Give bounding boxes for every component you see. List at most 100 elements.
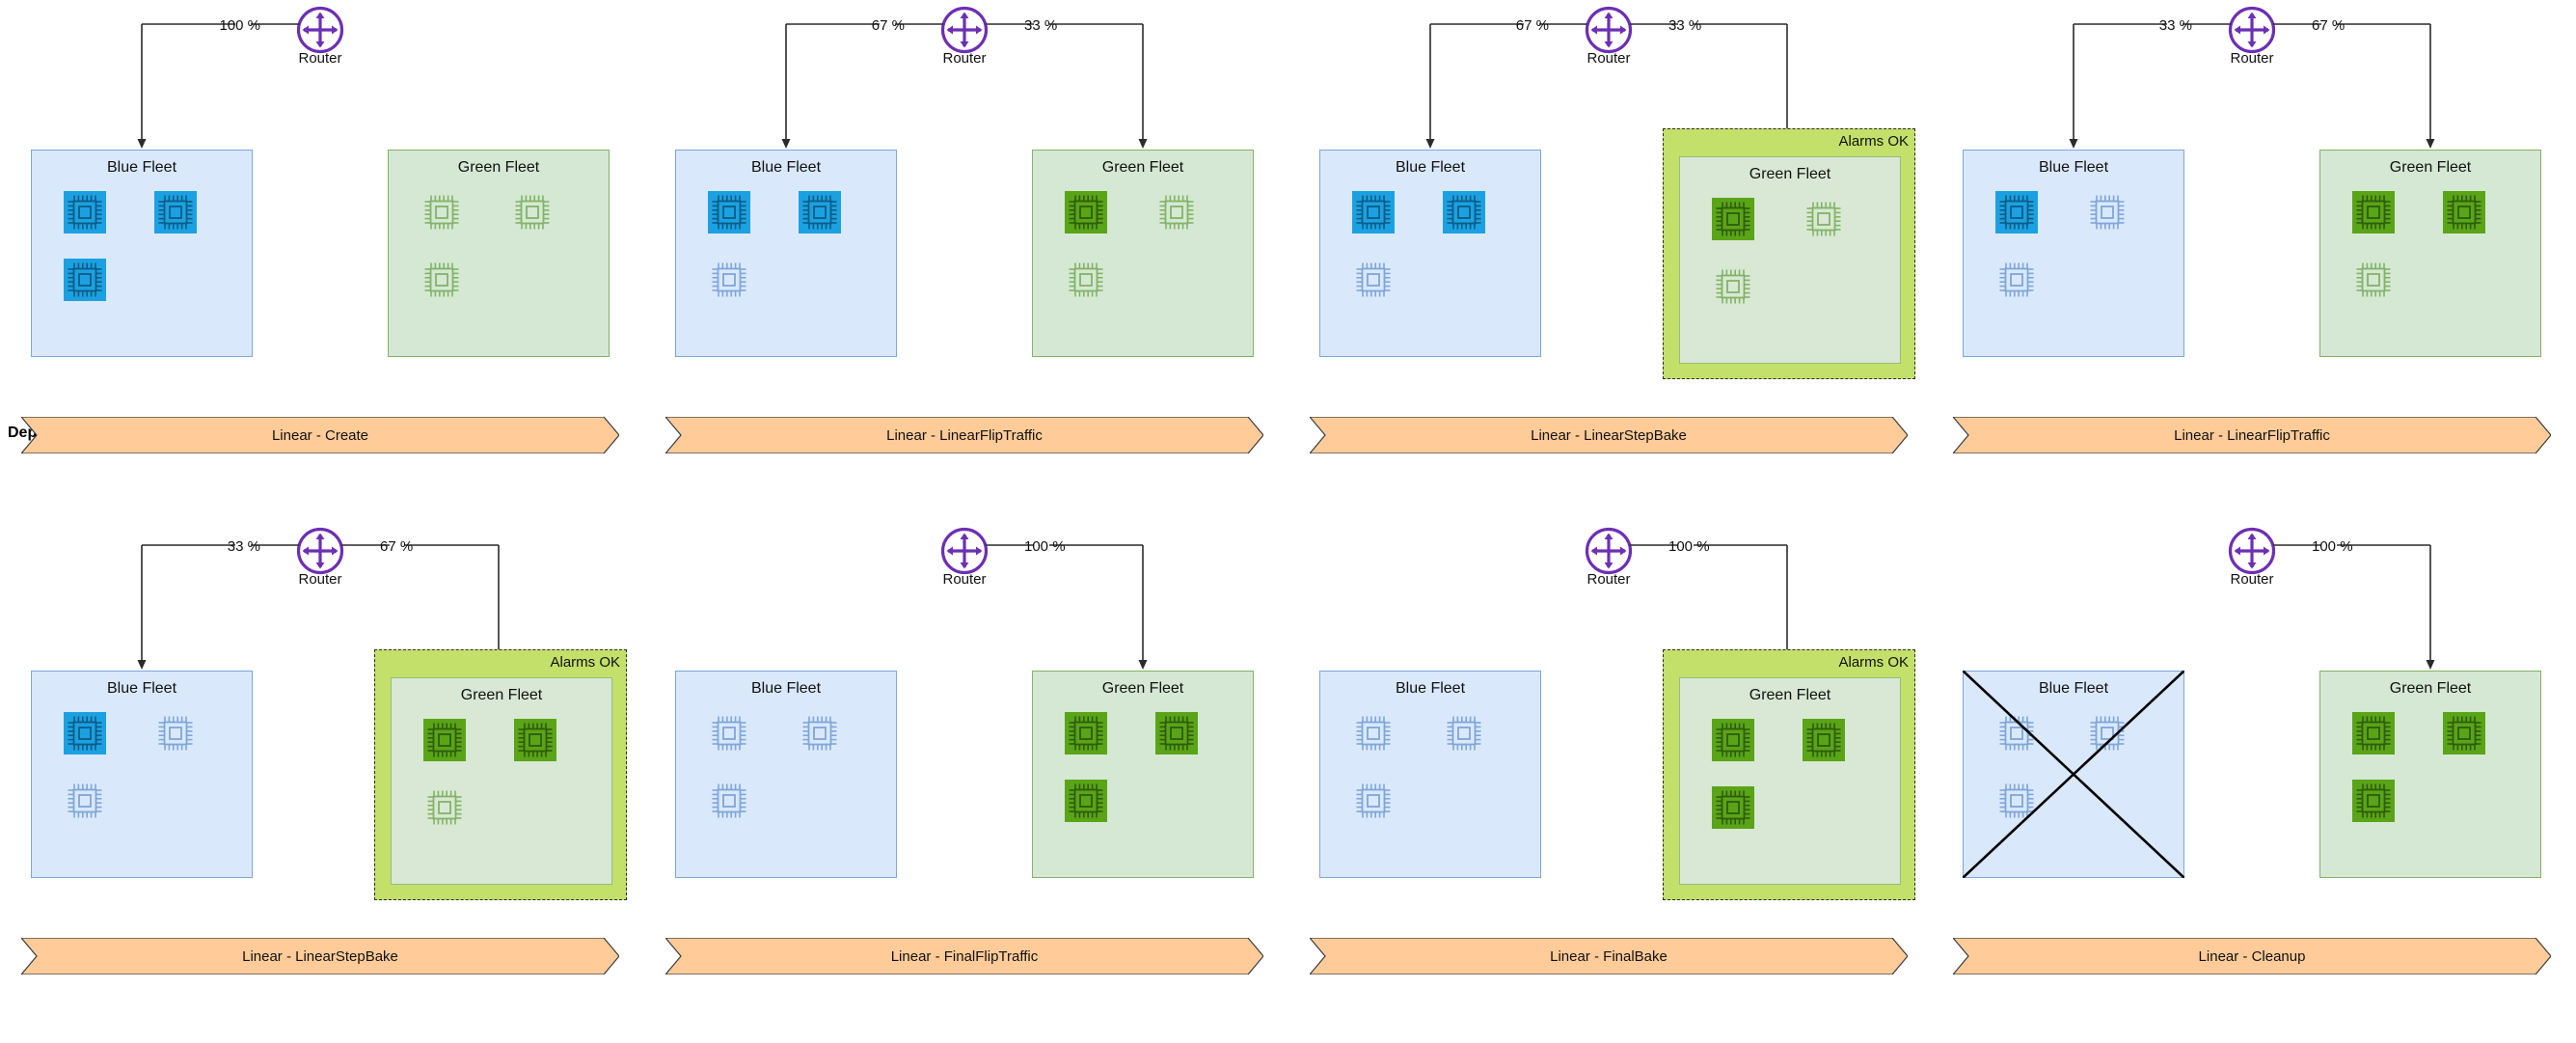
cpu-chip-icon (799, 190, 841, 233)
green-fleet-box[interactable]: Green Fleet (391, 677, 612, 885)
router-label: Router (2230, 571, 2274, 588)
fleet-node-inactive (706, 710, 752, 756)
fleet-node-inactive (1441, 710, 1487, 756)
cpu-chip-icon (1356, 262, 1391, 297)
router-node[interactable] (296, 527, 344, 575)
stage-banner[interactable]: Linear - FinalFlipTraffic (665, 938, 1263, 974)
cpu-chip-icon (708, 190, 750, 233)
fleet-node-active (1710, 784, 1756, 831)
stage-banner[interactable]: Linear - FinalBake (1310, 938, 1908, 974)
fleet-node-inactive (706, 778, 752, 824)
cpu-chip-icon (1352, 190, 1395, 233)
router-node[interactable] (940, 527, 989, 575)
cpu-chip-icon (2443, 190, 2485, 233)
fleet-node-active (152, 189, 199, 235)
router-icon (1585, 527, 1633, 575)
blue-traffic-percent: 100 % (219, 17, 260, 34)
green-fleet-box[interactable]: Green Fleet (1032, 671, 1254, 878)
fleet-node-inactive (797, 710, 843, 756)
green-traffic-percent: 67 % (380, 538, 414, 555)
cpu-chip-icon (2090, 195, 2125, 230)
fleet-node-active (1063, 189, 1109, 235)
cpu-chip-icon (802, 716, 837, 751)
fleet-node-inactive (1993, 710, 2040, 756)
blue-fleet-box[interactable]: Blue Fleet (1319, 150, 1541, 357)
router-node[interactable] (2228, 527, 2276, 575)
green-fleet-box[interactable]: Green Fleet (1679, 677, 1901, 885)
fleet-node-inactive (1350, 778, 1396, 824)
fleet-node-active (2441, 710, 2487, 756)
cpu-chip-icon (2352, 711, 2395, 755)
stage-banner-label: Linear - FinalFlipTraffic (890, 947, 1039, 965)
router-icon (2228, 527, 2276, 575)
cpu-chip-icon (1995, 190, 2038, 233)
cpu-chip-icon (1999, 262, 2034, 297)
stage-banner-label: Linear - LinearFlipTraffic (886, 426, 1043, 444)
blue-fleet-box[interactable]: Blue Fleet (1319, 671, 1541, 878)
router-icon (1585, 6, 1633, 54)
fleet-node-inactive (1993, 778, 2040, 824)
green-fleet-box[interactable]: Green Fleet (1032, 150, 1254, 357)
fleet-node-active (1993, 189, 2040, 235)
cpu-chip-icon (424, 195, 459, 230)
alarms-ok-container: Alarms OK Green Fleet (1663, 649, 1915, 900)
fleet-node-inactive (1153, 189, 1200, 235)
blue-fleet-title: Blue Fleet (750, 680, 822, 697)
fleet-node-inactive (1801, 196, 1847, 242)
router-label: Router (298, 571, 342, 588)
green-fleet-title: Green Fleet (2389, 159, 2472, 176)
cpu-chip-icon (1999, 783, 2034, 818)
stage-banner[interactable]: Linear - LinearStepBake (21, 938, 619, 974)
blue-fleet-box[interactable]: Blue Fleet (1963, 671, 2184, 878)
fleet-node-active (797, 189, 843, 235)
router-node[interactable] (296, 6, 344, 54)
router-icon (2228, 6, 2276, 54)
cpu-chip-icon (1716, 269, 1750, 304)
cpu-chip-icon (1159, 195, 1194, 230)
cpu-chip-icon (1069, 262, 1103, 297)
router-node[interactable] (940, 6, 989, 54)
fleet-node-inactive (1350, 710, 1396, 756)
cpu-chip-icon (1065, 711, 1107, 755)
green-fleet-box[interactable]: Green Fleet (1679, 156, 1901, 364)
fleet-node-inactive (62, 778, 108, 824)
green-fleet-box[interactable]: Green Fleet (2319, 150, 2541, 357)
router-node[interactable] (2228, 6, 2276, 54)
cpu-chip-icon (158, 716, 193, 751)
fleet-node-inactive (509, 189, 556, 235)
stage-banner-label: Linear - Cleanup (2198, 947, 2306, 965)
stage-banner[interactable]: Linear - Create (21, 417, 619, 453)
router-node[interactable] (1585, 6, 1633, 54)
green-fleet-box[interactable]: Green Fleet (2319, 671, 2541, 878)
router-label: Router (1586, 50, 1631, 67)
blue-fleet-box[interactable]: Blue Fleet (675, 671, 897, 878)
green-fleet-title: Green Fleet (2389, 680, 2472, 697)
cpu-chip-icon (1065, 779, 1107, 822)
stage-banner[interactable]: Linear - LinearStepBake (1310, 417, 1908, 453)
cpu-chip-icon (1155, 711, 1198, 755)
cpu-chip-icon (514, 718, 556, 761)
green-fleet-title: Green Fleet (457, 159, 540, 176)
fleet-node-active (2350, 778, 2397, 824)
blue-fleet-title: Blue Fleet (750, 159, 822, 176)
deployment-stage-panel: Router 100 % Blue Fleet Green Fleet Line… (1953, 521, 2551, 1023)
cpu-chip-icon (424, 262, 459, 297)
router-node[interactable] (1585, 527, 1633, 575)
stage-banner[interactable]: Linear - LinearFlipTraffic (665, 417, 1263, 453)
router-label: Router (298, 50, 342, 67)
stage-banner[interactable]: Linear - Cleanup (1953, 938, 2551, 974)
green-traffic-percent: 33 % (1024, 17, 1058, 34)
blue-fleet-box[interactable]: Blue Fleet (31, 150, 253, 357)
blue-fleet-box[interactable]: Blue Fleet (1963, 150, 2184, 357)
cpu-chip-icon (1447, 716, 1481, 751)
blue-fleet-box[interactable]: Blue Fleet (31, 671, 253, 878)
blue-fleet-box[interactable]: Blue Fleet (675, 150, 897, 357)
deployment-stage-panel: Router 100 % Blue Fleet Green Fleet Line… (665, 521, 1263, 1023)
green-fleet-box[interactable]: Green Fleet (388, 150, 610, 357)
green-fleet-title: Green Fleet (1101, 680, 1184, 697)
fleet-node-active (62, 257, 108, 303)
stage-banner[interactable]: Linear - LinearFlipTraffic (1953, 417, 2551, 453)
fleet-node-inactive (152, 710, 199, 756)
blue-fleet-title: Blue Fleet (106, 159, 177, 176)
fleet-node-inactive (1993, 257, 2040, 303)
